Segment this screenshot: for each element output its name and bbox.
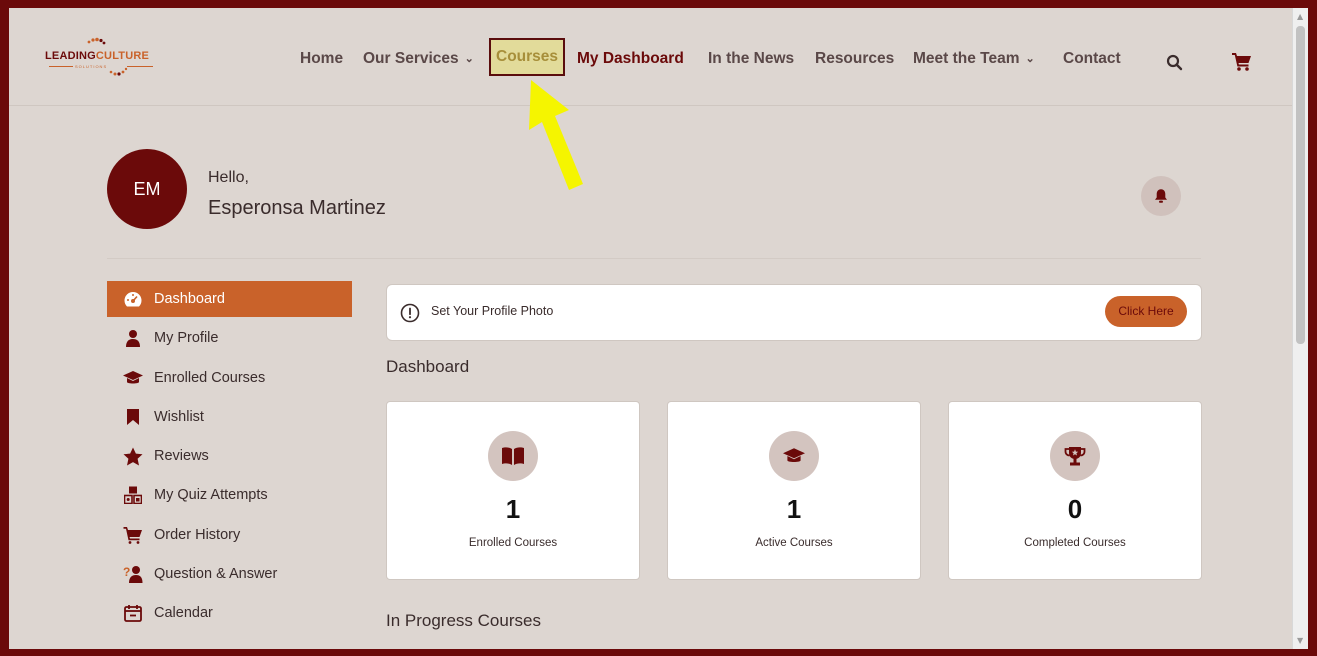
nav-contact[interactable]: Contact [1063, 46, 1121, 72]
sidebar-item-enrolled-courses[interactable]: Enrolled Courses [107, 360, 352, 396]
scroll-up-icon[interactable]: ▲ [1297, 12, 1303, 21]
sidebar-item-label: Dashboard [154, 291, 225, 307]
stat-value: 1 [786, 494, 802, 524]
bookmark-icon [123, 407, 143, 427]
graduation-cap-icon [123, 368, 143, 388]
site-header: LEADINGCULTURE SOLUTIONS Home Our Servic… [9, 8, 1292, 106]
sidebar-item-label: My Profile [154, 330, 219, 346]
notifications-button[interactable] [1141, 176, 1181, 216]
dashboard-title: Dashboard [386, 357, 470, 376]
page-scrollbar[interactable]: ▲ ▼ [1292, 8, 1308, 649]
sidebar-item-reviews[interactable]: Reviews [107, 438, 352, 474]
user-name: Esperonsa Martinez [208, 197, 386, 219]
sidebar-item-label: Question & Answer [154, 566, 278, 582]
logo-subtitle: SOLUTIONS [75, 64, 108, 69]
sidebar-item-dashboard[interactable]: Dashboard [107, 281, 352, 317]
cubes-icon [123, 485, 143, 505]
sidebar-item-label: Order History [154, 527, 241, 543]
greeting-text: Hello, [208, 169, 249, 186]
stat-card-completed[interactable]: 0 Completed Courses [948, 401, 1202, 580]
sidebar-item-label: My Quiz Attempts [154, 487, 268, 503]
nav-home[interactable]: Home [300, 46, 343, 72]
cart-icon[interactable] [1231, 50, 1253, 72]
sidebar-item-my-profile[interactable]: My Profile [107, 320, 352, 356]
nav-meet-the-team-label: Meet the Team [913, 50, 1020, 67]
in-progress-title: In Progress Courses [386, 611, 541, 630]
stat-card-active[interactable]: 1 Active Courses [667, 401, 921, 580]
sidebar-item-label: Enrolled Courses [154, 370, 266, 386]
stat-label: Active Courses [755, 537, 833, 549]
nav-our-services-label: Our Services [363, 50, 459, 67]
sidebar-item-my-quiz-attempts[interactable]: My Quiz Attempts [107, 477, 352, 513]
logo-rule-right [127, 66, 153, 67]
alert-message: Set Your Profile Photo [431, 304, 554, 318]
user-icon [123, 328, 143, 348]
sidebar-item-calendar[interactable]: Calendar [107, 595, 352, 631]
profile-photo-alert: Set Your Profile Photo Click Here [386, 284, 1202, 341]
nav-meet-the-team[interactable]: Meet the Team ⌄ [913, 46, 1035, 72]
graduation-cap-icon [769, 431, 819, 481]
sidebar-item-label: Calendar [154, 605, 213, 621]
logo-text-culture: CULTURE [95, 50, 150, 62]
logo-text-leading: LEADING [45, 50, 96, 62]
sidebar-item-question-answer[interactable]: ? Question & Answer [107, 556, 352, 592]
stat-value: 0 [1067, 494, 1083, 524]
profile-divider [107, 258, 1201, 259]
stat-label: Completed Courses [1024, 537, 1126, 549]
stat-card-enrolled[interactable]: 1 Enrolled Courses [386, 401, 640, 580]
sidebar-item-label: Wishlist [154, 409, 204, 425]
dashboard-gauge-icon [123, 289, 143, 309]
book-open-icon [488, 431, 538, 481]
svg-text:?: ? [123, 565, 130, 579]
nav-courses[interactable]: Courses [489, 38, 566, 76]
sidebar-item-wishlist[interactable]: Wishlist [107, 399, 352, 435]
calendar-icon [123, 603, 143, 623]
trophy-icon [1050, 431, 1100, 481]
chevron-down-icon: ⌄ [464, 53, 474, 65]
scrollbar-thumb[interactable] [1296, 26, 1305, 344]
nav-our-services[interactable]: Our Services ⌄ [363, 46, 474, 72]
chevron-down-icon: ⌄ [1025, 53, 1035, 65]
stat-value: 1 [505, 494, 521, 524]
bell-icon [1155, 189, 1167, 203]
frame-border [1308, 0, 1317, 656]
stat-label: Enrolled Courses [468, 537, 558, 549]
nav-in-the-news[interactable]: In the News [708, 46, 794, 72]
sidebar-item-label: Reviews [154, 448, 209, 464]
page-viewport: LEADINGCULTURE SOLUTIONS Home Our Servic… [9, 8, 1292, 649]
star-icon [123, 446, 143, 466]
question-person-icon: ? [123, 564, 143, 584]
nav-my-dashboard[interactable]: My Dashboard [577, 46, 684, 72]
scroll-down-icon[interactable]: ▼ [1297, 636, 1303, 645]
avatar[interactable]: EM [107, 149, 187, 229]
logo-rule-left [49, 66, 73, 67]
set-photo-button[interactable]: Click Here [1105, 296, 1187, 327]
annotation-arrow-icon [529, 80, 583, 190]
search-icon[interactable] [1165, 53, 1185, 73]
sidebar-item-order-history[interactable]: Order History [107, 517, 352, 553]
alert-circle-icon [400, 303, 420, 323]
site-logo[interactable]: LEADINGCULTURE SOLUTIONS [45, 36, 161, 84]
cart-icon [123, 525, 143, 545]
logo-wordmark: LEADINGCULTURE [45, 50, 149, 62]
nav-resources[interactable]: Resources [815, 46, 894, 72]
